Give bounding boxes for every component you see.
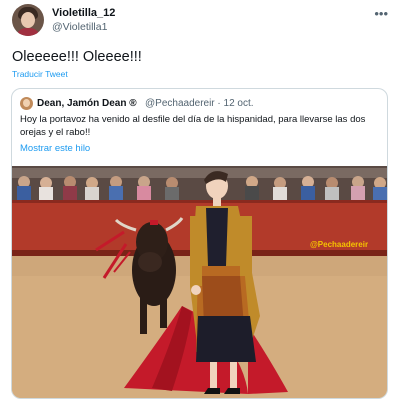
image-watermark: @Pechaadereir bbox=[310, 240, 368, 249]
quoted-user-avatar bbox=[20, 97, 33, 110]
quoted-tweet-card[interactable]: Dean, Jamón Dean ® @Pechaadereir · 12 oc… bbox=[11, 88, 388, 399]
quoted-display-name: Dean, Jamón Dean ® bbox=[37, 98, 137, 109]
quoted-handle-date: @Pechaadereir · 12 oct. bbox=[145, 98, 254, 109]
translate-tweet-link[interactable]: Traducir Tweet bbox=[12, 69, 68, 79]
author-handle[interactable]: @Violetilla1 bbox=[52, 20, 115, 34]
tweet-header: Violetilla_12 @Violetilla1 ••• bbox=[12, 4, 392, 40]
user-avatar[interactable] bbox=[12, 4, 44, 36]
bullfight-photo: @Pechaadereir bbox=[12, 166, 387, 398]
tweet-text: Oleeeee!!! Oleeee!!! bbox=[12, 49, 142, 65]
quoted-tweet-image[interactable]: @Pechaadereir bbox=[12, 166, 387, 398]
author-display-name[interactable]: Violetilla_12 bbox=[52, 6, 115, 20]
show-thread-link[interactable]: Mostrar este hilo bbox=[20, 143, 90, 154]
author-names: Violetilla_12 @Violetilla1 bbox=[52, 6, 115, 34]
quoted-tweet-text: Hoy la portavoz ha venido al desfile del… bbox=[20, 114, 366, 138]
more-horizontal-icon[interactable]: ••• bbox=[374, 6, 388, 21]
